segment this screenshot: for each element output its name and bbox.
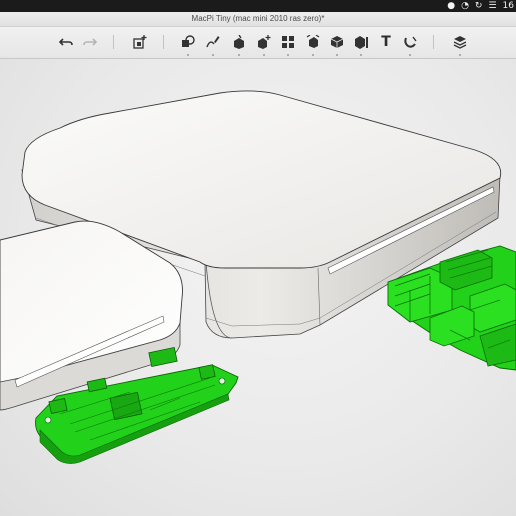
system-menu-bar: ● ◔ ↻ ☰ 16 — [0, 0, 516, 12]
scene-canvas — [0, 90, 516, 464]
combine-icon[interactable] — [328, 33, 346, 56]
text-icon[interactable]: T — [377, 33, 395, 51]
add-box-icon[interactable] — [131, 33, 149, 51]
toolbar-separator — [433, 35, 434, 49]
measure-icon[interactable] — [352, 33, 370, 56]
person-icon[interactable]: ● — [447, 0, 455, 12]
sketch-icon[interactable] — [204, 33, 222, 56]
toolbar: T — [0, 27, 516, 59]
clock-text[interactable]: 16 — [503, 0, 514, 12]
grouping-icon[interactable] — [304, 33, 322, 56]
status-area: ● ◔ ↻ ☰ 16 — [447, 0, 514, 12]
modify-icon[interactable] — [255, 33, 273, 56]
toolbar-separator — [163, 35, 164, 49]
undo-icon[interactable] — [57, 33, 75, 51]
time-machine-icon[interactable]: ◔ — [461, 0, 469, 12]
sync-icon[interactable]: ↻ — [475, 0, 483, 12]
wifi-icon[interactable]: ☰ — [488, 0, 496, 12]
redo-icon[interactable] — [81, 33, 99, 51]
snap-icon[interactable] — [401, 33, 419, 56]
construct-icon[interactable] — [230, 33, 248, 56]
toolbar-separator — [113, 35, 114, 49]
window-title: MacPi Tiny (mac mini 2010 ras zero)* — [191, 14, 325, 23]
window-title-bar: MacPi Tiny (mac mini 2010 ras zero)* — [0, 12, 516, 27]
3d-viewport[interactable] — [0, 59, 516, 516]
material-icon[interactable] — [451, 33, 469, 56]
pattern-icon[interactable] — [279, 33, 297, 56]
shape-primitives-icon[interactable] — [179, 33, 197, 56]
